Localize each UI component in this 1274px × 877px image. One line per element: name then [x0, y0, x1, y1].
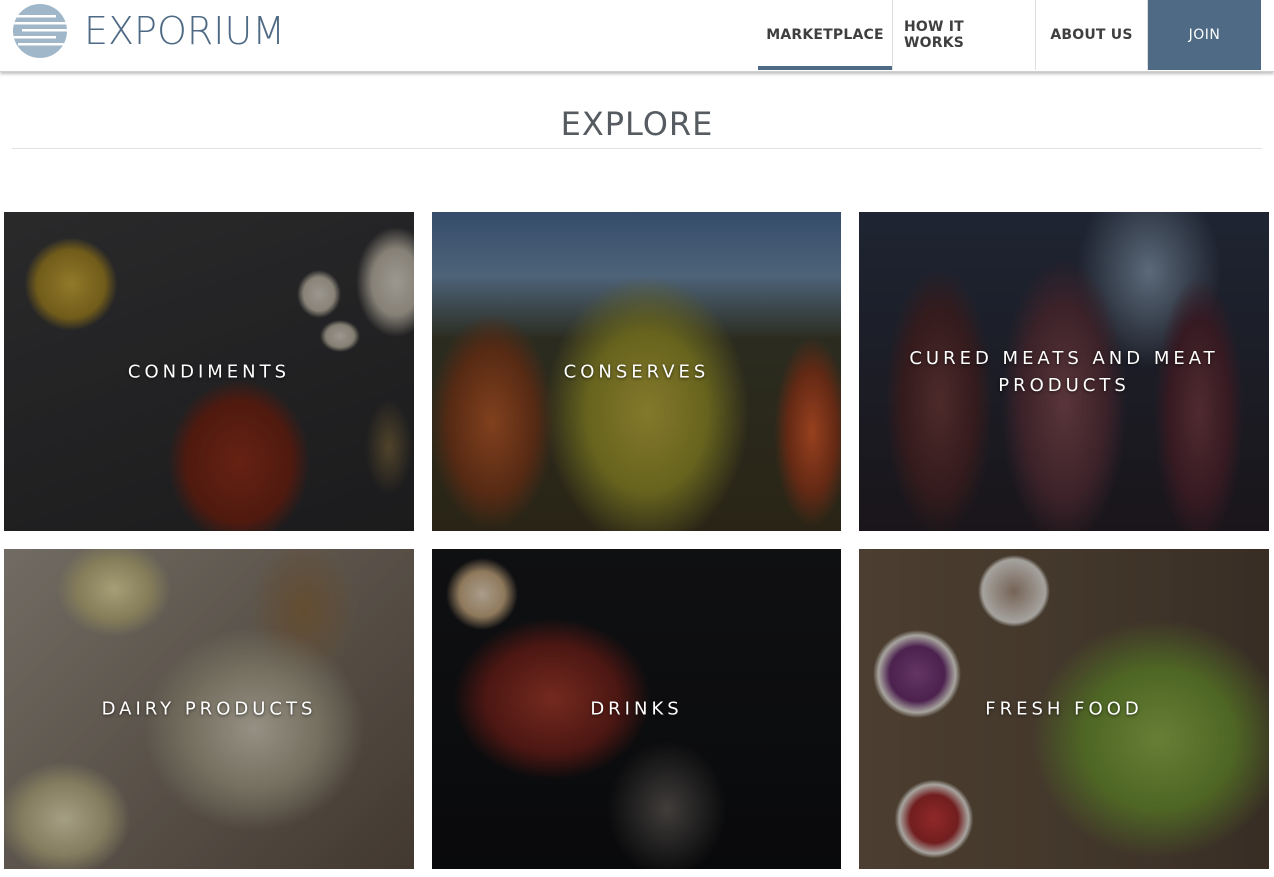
category-label: CURED MEATS AND MEAT PRODUCTS — [909, 347, 1219, 396]
nav-about-us[interactable]: ABOUT US — [1036, 0, 1148, 70]
join-button[interactable]: JOIN — [1148, 0, 1261, 70]
title-divider — [12, 148, 1262, 149]
page-title: EXPLORE — [560, 105, 714, 143]
category-tile-dairy-products[interactable]: DAIRY PRODUCTS — [4, 549, 414, 869]
category-tile-condiments[interactable]: CONDIMENTS — [4, 212, 414, 531]
category-label: DRINKS — [590, 698, 683, 720]
category-label: FRESH FOOD — [985, 698, 1143, 720]
brand-logo[interactable]: EXPORIUM — [12, 3, 312, 59]
site-header: EXPORIUM MARKETPLACE HOW IT WORKS ABOUT … — [0, 0, 1274, 72]
nav-how-it-works[interactable]: HOW IT WORKS — [893, 0, 1036, 70]
nav-marketplace[interactable]: MARKETPLACE — [758, 0, 893, 70]
category-tile-drinks[interactable]: DRINKS — [432, 549, 841, 869]
category-tile-conserves[interactable]: CONSERVES — [432, 212, 841, 531]
logo-mark-icon — [13, 4, 67, 58]
category-label: DAIRY PRODUCTS — [101, 698, 317, 720]
category-tile-fresh-food[interactable]: FRESH FOOD — [859, 549, 1269, 869]
brand-name: EXPORIUM — [84, 9, 286, 53]
main-nav: MARKETPLACE HOW IT WORKS ABOUT US JOIN — [758, 0, 1261, 70]
category-tile-cured-meats[interactable]: CURED MEATS AND MEAT PRODUCTS — [859, 212, 1269, 531]
category-label: CONSERVES — [563, 361, 710, 382]
category-label: CONDIMENTS — [127, 361, 291, 382]
